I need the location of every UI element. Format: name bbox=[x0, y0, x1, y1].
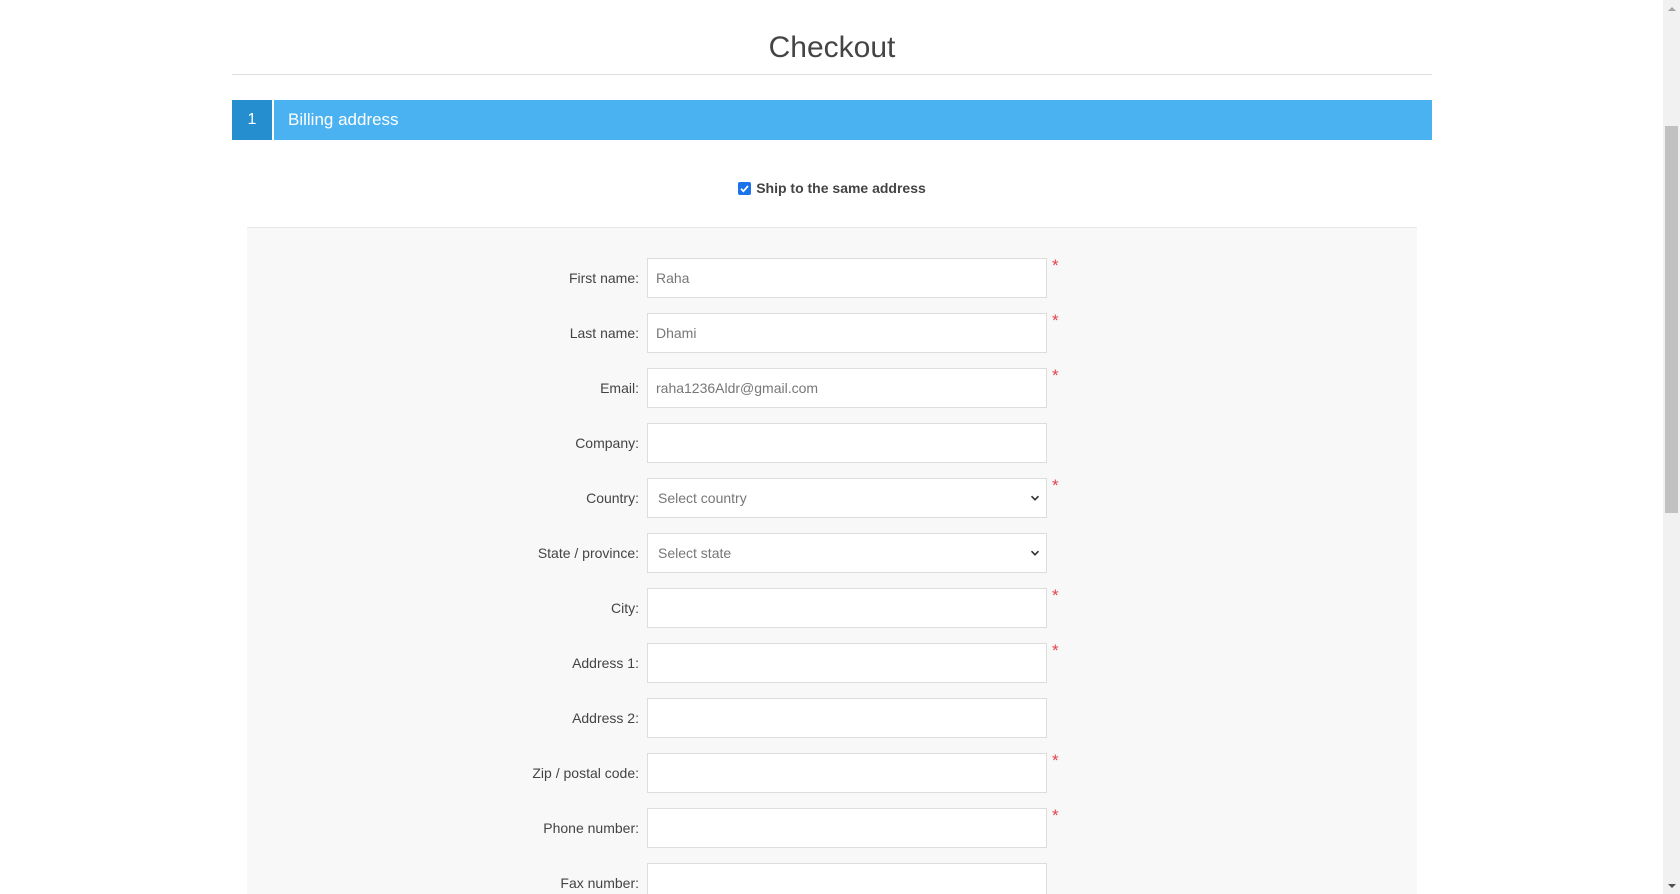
required-indicator: * bbox=[1052, 641, 1059, 660]
phone-field[interactable] bbox=[647, 808, 1047, 848]
last-name-field[interactable]: Dhami bbox=[647, 313, 1047, 353]
address1-label: Address 1: bbox=[572, 655, 639, 671]
phone-label: Phone number: bbox=[543, 820, 639, 836]
required-indicator: * bbox=[1052, 751, 1059, 770]
state-select-value: Select state bbox=[658, 545, 732, 561]
checkmark-icon bbox=[740, 184, 749, 193]
city-field[interactable] bbox=[647, 588, 1047, 628]
country-row: Country: Select country * bbox=[247, 476, 1417, 518]
first-name-field[interactable]: Raha bbox=[647, 258, 1047, 298]
state-label: State / province: bbox=[537, 545, 639, 561]
city-label: City: bbox=[611, 600, 639, 616]
last-name-row: Last name: Dhami * bbox=[247, 311, 1417, 353]
company-field[interactable] bbox=[647, 423, 1047, 463]
required-indicator: * bbox=[1052, 476, 1059, 495]
step-number: 1 bbox=[232, 100, 274, 140]
last-name-label: Last name: bbox=[569, 325, 639, 341]
first-name-row: First name: Raha * bbox=[247, 256, 1417, 298]
chevron-down-icon bbox=[1030, 479, 1040, 517]
zip-row: Zip / postal code: * bbox=[247, 751, 1417, 793]
step-title: Billing address bbox=[288, 110, 399, 129]
country-select-value: Select country bbox=[658, 490, 747, 506]
checkout-page: Checkout 1 Billing address Ship to the s… bbox=[232, 0, 1432, 894]
address2-label: Address 2: bbox=[572, 710, 639, 726]
company-row: Company: bbox=[247, 423, 1417, 463]
phone-row: Phone number: * bbox=[247, 806, 1417, 848]
page-title: Checkout bbox=[232, 0, 1432, 75]
state-select[interactable]: Select state bbox=[647, 533, 1047, 573]
browser-viewport: Checkout 1 Billing address Ship to the s… bbox=[0, 0, 1663, 894]
company-label: Company: bbox=[575, 435, 639, 451]
first-name-label: First name: bbox=[568, 270, 639, 286]
billing-address-step-header[interactable]: 1 Billing address bbox=[232, 100, 1432, 140]
country-label: Country: bbox=[586, 490, 639, 506]
scrollbar-thumb[interactable] bbox=[1665, 126, 1678, 513]
required-indicator: * bbox=[1052, 311, 1059, 330]
address1-field[interactable] bbox=[647, 643, 1047, 683]
email-row: Email: raha1236Aldr@gmail.com * bbox=[247, 366, 1417, 408]
ship-same-address-option: Ship to the same address bbox=[232, 180, 1432, 196]
billing-form: First name: Raha * Last name: Dhami * Em… bbox=[247, 227, 1417, 894]
ship-same-address-label[interactable]: Ship to the same address bbox=[756, 180, 926, 196]
email-label: Email: bbox=[600, 380, 639, 396]
state-row: State / province: Select state bbox=[247, 533, 1417, 573]
fax-label: Fax number: bbox=[560, 875, 639, 891]
city-row: City: * bbox=[247, 586, 1417, 628]
scroll-up-arrow-icon[interactable] bbox=[1663, 0, 1680, 17]
address2-field[interactable] bbox=[647, 698, 1047, 738]
chevron-down-icon bbox=[1030, 534, 1040, 572]
required-indicator: * bbox=[1052, 586, 1059, 605]
vertical-scrollbar[interactable] bbox=[1663, 0, 1680, 894]
zip-label: Zip / postal code: bbox=[532, 765, 639, 781]
fax-row: Fax number: bbox=[247, 863, 1417, 894]
scroll-down-arrow-icon[interactable] bbox=[1663, 877, 1680, 894]
zip-field[interactable] bbox=[647, 753, 1047, 793]
address2-row: Address 2: bbox=[247, 698, 1417, 738]
required-indicator: * bbox=[1052, 256, 1059, 275]
ship-same-address-checkbox[interactable] bbox=[738, 181, 752, 195]
address1-row: Address 1: * bbox=[247, 641, 1417, 683]
required-indicator: * bbox=[1052, 366, 1059, 385]
required-indicator: * bbox=[1052, 806, 1059, 825]
country-select[interactable]: Select country bbox=[647, 478, 1047, 518]
fax-field[interactable] bbox=[647, 863, 1047, 894]
email-field[interactable]: raha1236Aldr@gmail.com bbox=[647, 368, 1047, 408]
